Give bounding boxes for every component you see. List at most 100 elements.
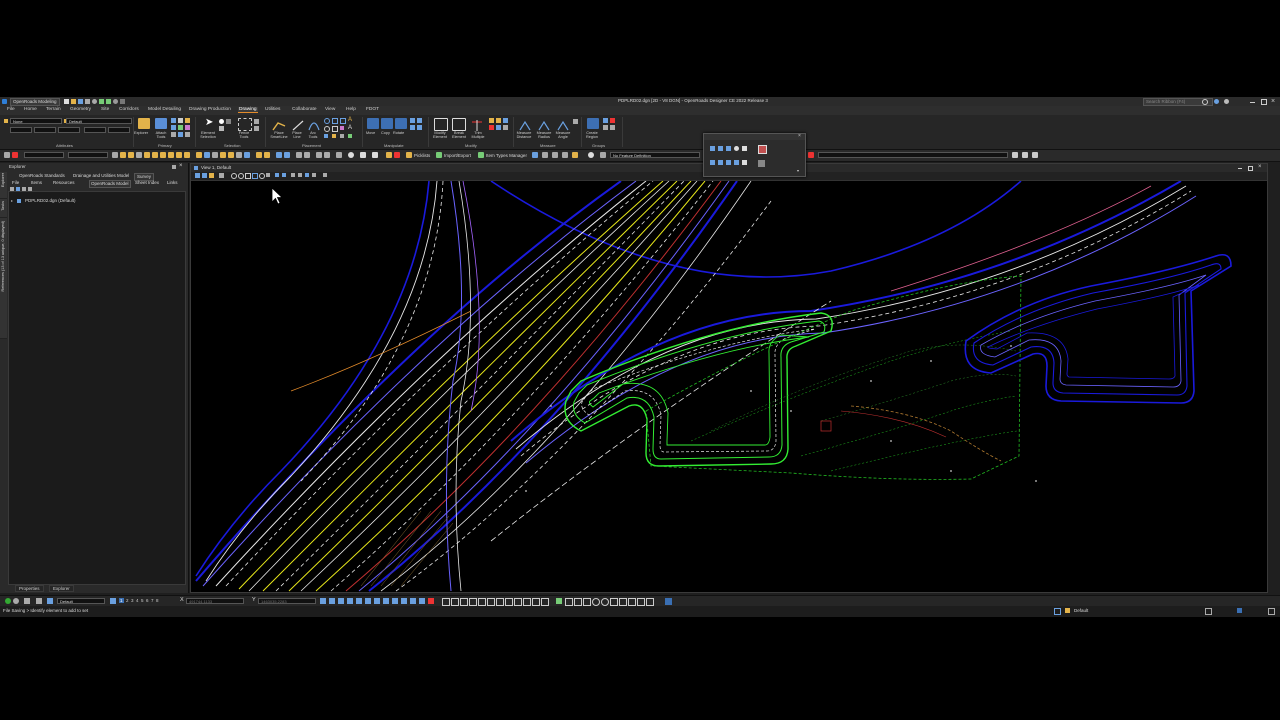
snap-mode-icon-2[interactable] <box>329 598 335 604</box>
snap-mode-icon-34[interactable] <box>628 598 636 606</box>
annotation-icon[interactable] <box>220 152 226 158</box>
view-8-button[interactable]: 8 <box>156 598 159 603</box>
snap-mode-icon-9[interactable] <box>392 598 398 604</box>
element-info-icon[interactable] <box>4 152 10 158</box>
snap-nearest-icon[interactable] <box>184 152 190 158</box>
feature-tool-icon-3[interactable] <box>552 152 558 158</box>
view-5-button[interactable]: 5 <box>141 598 144 603</box>
status-icon-4[interactable] <box>1268 608 1275 615</box>
arc-tools-button[interactable] <box>308 118 320 131</box>
tab-drawing[interactable]: Drawing <box>238 107 258 113</box>
snap-mode-icon-32[interactable] <box>610 598 618 606</box>
cell-icon[interactable] <box>340 126 344 130</box>
grid-icon[interactable] <box>136 152 142 158</box>
view-window[interactable]: View 1, Default × <box>190 163 1268 593</box>
snap-mode-icon-18[interactable] <box>478 598 486 606</box>
snap-mode-icon-19[interactable] <box>487 598 495 606</box>
feature-option-icon-2[interactable] <box>1022 152 1028 158</box>
palette-title-bar[interactable]: × <box>704 133 805 140</box>
snap-mode-icon-20[interactable] <box>496 598 504 606</box>
template-icon[interactable] <box>236 152 242 158</box>
tool-icon-5[interactable] <box>296 152 302 158</box>
snap-toggle-icon[interactable] <box>13 598 19 604</box>
tab-help[interactable]: Help <box>345 107 357 112</box>
scale-icon[interactable] <box>410 118 415 123</box>
measure-angle-button[interactable] <box>557 118 569 131</box>
view-close-icon[interactable]: × <box>1258 164 1262 170</box>
tool-icon-11[interactable] <box>360 152 366 158</box>
references-icon[interactable] <box>171 125 176 130</box>
tab-view[interactable]: View <box>324 107 336 112</box>
tab-openroads-model[interactable]: OpenRoads Model <box>89 180 131 188</box>
palette-tool-8-icon[interactable] <box>718 160 723 165</box>
picklists-icon[interactable] <box>406 152 412 158</box>
raster-icon[interactable] <box>178 125 183 130</box>
tool-icon-13[interactable] <box>386 152 392 158</box>
line-style-dropdown[interactable] <box>34 127 56 133</box>
rotate-view-icon[interactable] <box>259 173 265 179</box>
tool-icon-8[interactable] <box>324 152 330 158</box>
explode-icon[interactable] <box>503 125 508 130</box>
tool-icon-7[interactable] <box>316 152 322 158</box>
pan-view-icon[interactable] <box>266 173 270 177</box>
snap-mode-icon-4[interactable] <box>347 598 353 604</box>
snap-mode-icon-36[interactable] <box>646 598 654 606</box>
color-dropdown[interactable] <box>10 127 32 133</box>
create-region-button[interactable] <box>587 118 599 129</box>
style-dropdown[interactable]: Default <box>66 118 132 124</box>
cad-drawing-canvas[interactable] <box>191 181 1267 592</box>
key-in-icon[interactable] <box>178 118 183 123</box>
view-next-icon[interactable] <box>282 173 286 177</box>
explorer-pin-icon[interactable] <box>172 165 176 169</box>
tab-drainage-utilities-model[interactable]: Drainage and Utilities Model <box>73 173 129 179</box>
properties-icon[interactable] <box>178 132 183 137</box>
snap-mode-icon-23[interactable] <box>523 598 531 606</box>
print-icon[interactable] <box>85 99 90 104</box>
palette-tool-5-icon[interactable] <box>742 146 747 151</box>
status-icon-2[interactable] <box>1205 608 1212 615</box>
open-folder-icon[interactable] <box>196 152 202 158</box>
snap-mode-icon-29[interactable] <box>583 598 591 606</box>
status-icon-3[interactable] <box>1237 608 1242 613</box>
y-coordinate-field[interactable]: 1463035.2283 <box>258 598 316 604</box>
tab-sheet-index[interactable]: Sheet Index <box>135 180 159 186</box>
x-coordinate-field[interactable]: 491744.1133 <box>186 598 244 604</box>
view-minimize-icon[interactable] <box>1238 168 1242 169</box>
active-style-field[interactable] <box>68 152 108 158</box>
place-line-button[interactable] <box>292 118 304 131</box>
measure-more-icon[interactable] <box>573 119 578 124</box>
table-icon[interactable] <box>340 134 344 138</box>
group-icon[interactable] <box>603 118 608 123</box>
tab-site[interactable]: Site <box>100 107 110 112</box>
active-level-dropdown[interactable]: Default <box>57 598 105 604</box>
view-7-button[interactable]: 7 <box>151 598 154 603</box>
palette-tool-11-icon[interactable] <box>742 160 747 165</box>
palette-tool-7-icon[interactable] <box>710 160 715 165</box>
select-all-icon[interactable] <box>219 126 224 131</box>
view-1-button[interactable]: 1 <box>119 598 124 603</box>
feature-definition-dropdown[interactable]: No Feature Definition <box>610 152 700 158</box>
snap-mode-icon-5[interactable] <box>356 598 362 604</box>
settings-icon[interactable] <box>92 99 97 104</box>
feature-color-icon[interactable] <box>808 152 814 158</box>
tool-icon-4[interactable] <box>284 152 290 158</box>
snap-mode-icon-14[interactable] <box>442 598 450 606</box>
customize-icon[interactable] <box>120 99 125 104</box>
array-icon[interactable] <box>410 125 415 130</box>
chamfer-icon[interactable] <box>503 118 508 123</box>
priority-dropdown[interactable] <box>108 127 130 133</box>
tab-resources[interactable]: Resources <box>53 180 75 186</box>
view-2-button[interactable]: 2 <box>126 598 129 603</box>
snap-mode-icon-10[interactable] <box>401 598 407 604</box>
explorer-button[interactable] <box>138 118 150 129</box>
snap-icon[interactable] <box>120 152 126 158</box>
grid-toggle-icon[interactable] <box>24 598 30 604</box>
redo-icon[interactable] <box>106 99 111 104</box>
delete-icon[interactable] <box>489 125 494 130</box>
snap-mode-icon-26[interactable] <box>556 598 562 604</box>
copy-view-icon[interactable] <box>291 173 295 177</box>
palette-tool-9-icon[interactable] <box>726 160 731 165</box>
picklists-button[interactable]: Picklists <box>414 153 430 159</box>
modify-element-button[interactable] <box>434 118 448 131</box>
active-color-field[interactable] <box>24 152 64 158</box>
